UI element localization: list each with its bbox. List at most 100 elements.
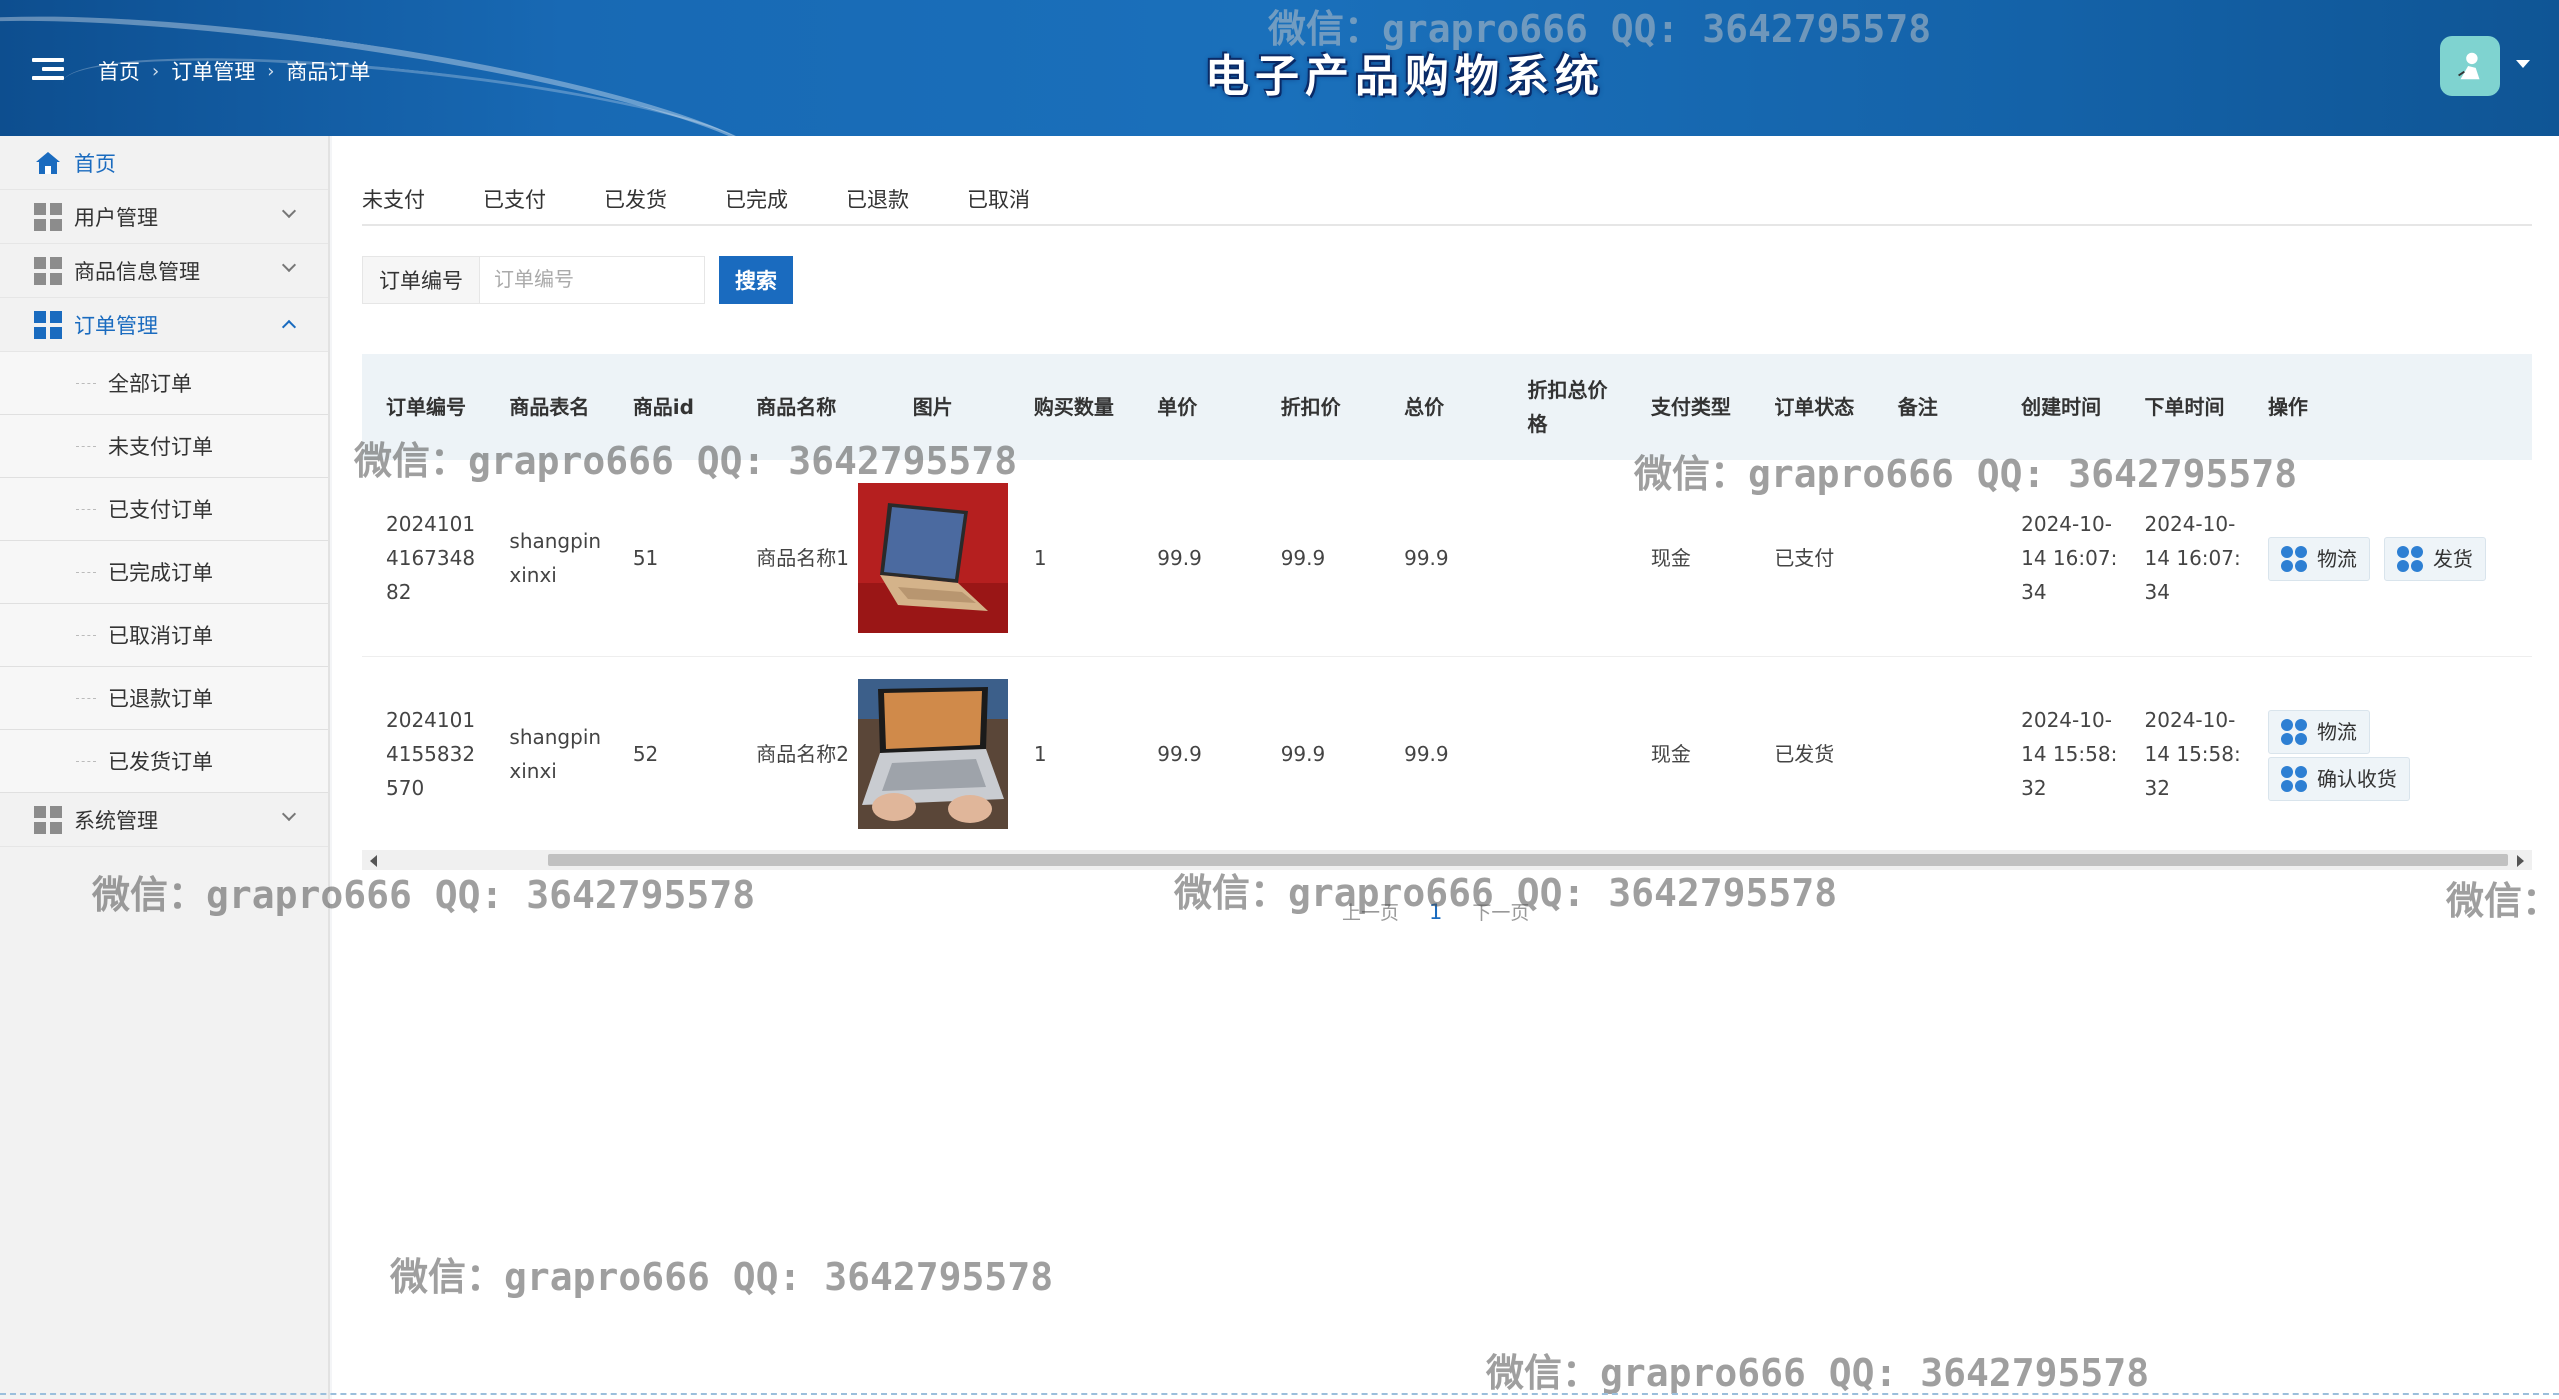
sidebar-item-users[interactable]: 用户管理: [0, 190, 328, 244]
scroll-right-icon[interactable]: [2517, 855, 2524, 867]
cell-product-id: 51: [632, 545, 659, 570]
column-header: 商品名称: [756, 395, 837, 419]
grid-icon: [2280, 766, 2307, 792]
tab-cancelled[interactable]: 已取消: [967, 180, 1030, 224]
cell-quantity: 1: [1033, 742, 1047, 766]
cell-product-id: 52: [632, 742, 659, 766]
column-header: 备注: [1897, 395, 1938, 419]
tab-refunded[interactable]: 已退款: [846, 180, 909, 224]
grid-icon: [34, 805, 62, 834]
avatar[interactable]: [2440, 36, 2500, 96]
scroll-left-icon[interactable]: [370, 855, 377, 867]
tab-paid[interactable]: 已支付: [483, 180, 546, 224]
tab-shipped[interactable]: 已发货: [604, 180, 667, 224]
confirm-receipt-button[interactable]: 确认收货: [2267, 757, 2410, 801]
site-title: 电子产品购物系统: [1205, 51, 1605, 102]
column-header: 单价: [1157, 395, 1198, 419]
sidebar-item-products[interactable]: 商品信息管理: [0, 244, 328, 298]
product-image: [857, 482, 1008, 633]
cell-actions: 物流 发货: [2244, 460, 2532, 656]
cell-image: [856, 460, 1010, 656]
grid-icon: [2396, 546, 2423, 573]
cell-created: 2024-10-14 15:58:32: [2021, 708, 2118, 800]
scroll-thumb[interactable]: [548, 854, 2508, 866]
cell-ordered: 2024-10-14 16:07:34: [2144, 511, 2241, 604]
cell-status: 已发货: [1774, 742, 1835, 766]
top-header: 首页 › 订单管理 › 商品订单 电子产品购物系统: [0, 0, 2559, 136]
column-header: 折扣总价格: [1527, 378, 1608, 436]
sidebar-subitem-all-orders[interactable]: 全部订单: [0, 352, 328, 415]
sidebar-subitem-label: 已支付订单: [108, 498, 213, 522]
caret-down-icon[interactable]: [2516, 60, 2530, 68]
product-image: [857, 679, 1008, 829]
sidebar-item-label: 商品信息管理: [74, 259, 200, 284]
next-page-button[interactable]: 下一页: [1472, 898, 1529, 925]
column-header: 订单编号: [386, 395, 466, 419]
logistics-button[interactable]: 物流: [2267, 537, 2370, 582]
search-bar: 订单编号 搜索: [362, 256, 793, 304]
breadcrumb-order-mgmt[interactable]: 订单管理: [171, 56, 255, 86]
pagination: 上一页 1 下一页: [1342, 898, 1529, 925]
horizontal-scrollbar[interactable]: [362, 850, 2532, 870]
breadcrumb-current: 商品订单: [286, 60, 371, 84]
cell-remark: [1874, 460, 1997, 656]
user-avatar-icon: [2458, 52, 2480, 80]
sidebar-item-label: 用户管理: [74, 205, 158, 230]
chevron-right-icon: ›: [152, 60, 160, 82]
cell-order-no: 20241014167348 82: [386, 511, 476, 604]
sidebar-item-system[interactable]: 系统管理: [0, 793, 328, 847]
sidebar-subitem-paid[interactable]: 已支付订单: [0, 478, 328, 541]
ship-button[interactable]: 发货: [2383, 537, 2486, 582]
sidebar-subitem-unpaid[interactable]: 未支付订单: [0, 415, 328, 478]
cell-price: 99.9: [1157, 545, 1202, 570]
cell-pay-type: 现金: [1650, 742, 1691, 766]
chevron-down-icon: [281, 257, 297, 273]
table-row: 20241014155832 570 shangpinxinxi 52 商品名称…: [362, 656, 2532, 852]
column-header: 订单状态: [1774, 395, 1855, 419]
breadcrumb: 首页 › 订单管理 › 商品订单: [98, 56, 370, 86]
cell-actions: 物流确认收货: [2244, 656, 2532, 852]
breadcrumb-home[interactable]: 首页: [98, 56, 140, 86]
chevron-down-icon: [281, 203, 297, 219]
home-icon: [36, 151, 60, 174]
cell-discount-total: [1504, 460, 1627, 656]
circles-icon: [2280, 719, 2307, 745]
sidebar-subitem-cancelled[interactable]: 已取消订单: [0, 604, 328, 667]
cell-product-name: 商品名称1: [756, 545, 849, 570]
prev-page-button[interactable]: 上一页: [1342, 898, 1399, 925]
cell-table-name: shangpinxinxi: [509, 528, 602, 587]
sidebar: 首页 用户管理 商品信息管理 订单管理 全部订单 未支付订单 已支付订单 已完成…: [0, 136, 330, 1399]
tab-completed[interactable]: 已完成: [725, 180, 788, 224]
cell-quantity: 1: [1033, 545, 1047, 570]
page-number-current[interactable]: 1: [1429, 900, 1442, 924]
tab-unpaid[interactable]: 未支付: [362, 180, 425, 224]
grid-icon: [34, 310, 62, 339]
cell-image: [856, 656, 1010, 852]
sidebar-subitem-shipped[interactable]: 已发货订单: [0, 730, 328, 793]
button-label: 确认收货: [2316, 767, 2397, 791]
cell-ordered: 2024-10-14 15:58:32: [2144, 708, 2241, 800]
menu-toggle-icon[interactable]: [32, 58, 64, 82]
button-label: 物流: [2316, 547, 2357, 572]
grid-icon: [34, 256, 62, 285]
column-header: 总价: [1404, 395, 1445, 419]
sidebar-item-label: 订单管理: [74, 313, 158, 338]
sidebar-subitem-refunded[interactable]: 已退款订单: [0, 667, 328, 730]
column-header: 商品表名: [509, 395, 590, 419]
chevron-up-icon: [281, 319, 297, 335]
cell-total: 99.9: [1404, 545, 1449, 570]
order-number-input[interactable]: [479, 256, 705, 304]
column-header: 购买数量: [1033, 395, 1114, 419]
cell-discount-price: 99.9: [1280, 742, 1326, 766]
main-content: 未支付 已支付 已发货 已完成 已退款 已取消 订单编号 搜索 订单编号 商品表…: [332, 136, 2559, 1399]
circles-icon: [2280, 546, 2307, 573]
cell-total: 99.9: [1404, 742, 1449, 766]
sidebar-subitem-label: 已退款订单: [108, 687, 213, 711]
sidebar-subitem-completed[interactable]: 已完成订单: [0, 541, 328, 604]
search-button[interactable]: 搜索: [719, 256, 793, 304]
logistics-button[interactable]: 物流: [2267, 710, 2370, 754]
sidebar-item-home[interactable]: 首页: [0, 136, 328, 190]
sidebar-item-orders[interactable]: 订单管理: [0, 298, 328, 352]
chevron-down-icon: [281, 806, 297, 822]
sidebar-subitem-label: 未支付订单: [108, 435, 213, 459]
